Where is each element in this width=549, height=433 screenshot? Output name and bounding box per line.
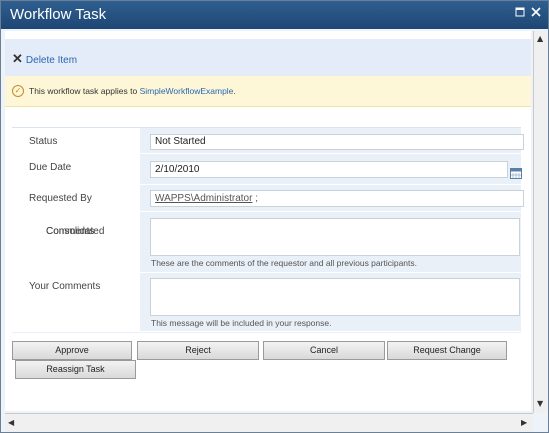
consolidated-comments-hint: These are the comments of the requestor … xyxy=(151,258,418,268)
info-check-icon: ✓ xyxy=(12,85,24,97)
your-comments-label-cell: Your Comments xyxy=(12,273,140,331)
your-comments-input[interactable] xyxy=(150,278,520,316)
notice-prefix: This workflow task applies to xyxy=(29,86,138,96)
dialog-title: Workflow Task xyxy=(10,6,107,23)
requested-by-field[interactable]: WAPPS\Administrator ; xyxy=(150,190,524,207)
action-buttons: Approve Reject Cancel Request Change Rea… xyxy=(12,338,521,382)
requested-by-label: Requested By xyxy=(29,193,92,204)
approve-button[interactable]: Approve xyxy=(12,341,132,360)
due-date-row: Due Date 2/10/2010 xyxy=(12,154,522,185)
title-bar: Workflow Task xyxy=(1,1,548,29)
notice-suffix: . xyxy=(233,86,236,96)
due-date-input[interactable]: 2/10/2010 xyxy=(150,161,508,178)
scroll-right-icon[interactable]: ▶ xyxy=(521,418,527,428)
status-field: Not Started xyxy=(150,134,524,150)
scroll-up-icon[interactable]: ▲ xyxy=(537,34,543,44)
maximize-icon[interactable] xyxy=(514,7,526,19)
workflow-notice: ✓ This workflow task applies to SimpleWo… xyxy=(5,76,531,107)
calendar-icon[interactable] xyxy=(510,164,522,179)
reassign-task-button[interactable]: Reassign Task xyxy=(15,360,136,379)
consolidated-comments-label-cell: Consolidated Comments xyxy=(12,212,140,272)
close-icon[interactable] xyxy=(530,7,542,19)
vertical-scrollbar[interactable]: ▲ ▼ xyxy=(533,31,548,413)
requested-by-label-cell: Requested By xyxy=(12,185,140,211)
due-date-label-cell: Due Date xyxy=(12,154,140,184)
scroll-left-icon[interactable]: ◀ xyxy=(8,418,14,428)
due-date-label: Due Date xyxy=(29,162,72,173)
workflow-link[interactable]: SimpleWorkflowExample xyxy=(140,86,234,96)
horizontal-scrollbar[interactable]: ◀ ▶ xyxy=(5,413,533,432)
ribbon: ✕ Delete Item xyxy=(5,39,531,78)
delete-item-label: Delete Item xyxy=(25,55,78,66)
your-comments-label: Your Comments xyxy=(29,281,101,292)
cancel-button[interactable]: Cancel xyxy=(263,341,385,360)
delete-icon: ✕ xyxy=(12,51,23,66)
consolidated-comments-label-line2: Comments xyxy=(46,226,95,237)
dialog-content: ✕ Delete Item ✓ This workflow task applie… xyxy=(5,31,531,411)
consolidated-comments-field xyxy=(150,218,520,256)
status-row: Status Not Started xyxy=(12,128,524,154)
status-label: Status xyxy=(29,136,58,147)
your-comments-row: Your Comments This message will be inclu… xyxy=(12,273,521,332)
delete-item-button[interactable]: ✕ Delete Item xyxy=(12,51,77,67)
scroll-down-icon[interactable]: ▼ xyxy=(537,399,543,409)
notice-text: This workflow task applies to SimpleWork… xyxy=(29,86,236,96)
request-change-button[interactable]: Request Change xyxy=(387,341,507,360)
task-form: Status Not Started Due Date 2/10/2010 Re… xyxy=(12,127,524,333)
requested-by-row: Requested By WAPPS\Administrator ; xyxy=(12,185,524,212)
consolidated-comments-row: Consolidated Comments These are the comme… xyxy=(12,212,521,273)
your-comments-hint: This message will be included in your re… xyxy=(151,318,332,328)
requested-by-separator: ; xyxy=(255,193,258,204)
requested-by-user[interactable]: WAPPS\Administrator xyxy=(155,193,252,204)
workflow-task-dialog: Workflow Task ✕ Delete Item ✓ This workfl… xyxy=(0,0,549,433)
reject-button[interactable]: Reject xyxy=(137,341,259,360)
status-label-cell: Status xyxy=(12,128,140,153)
